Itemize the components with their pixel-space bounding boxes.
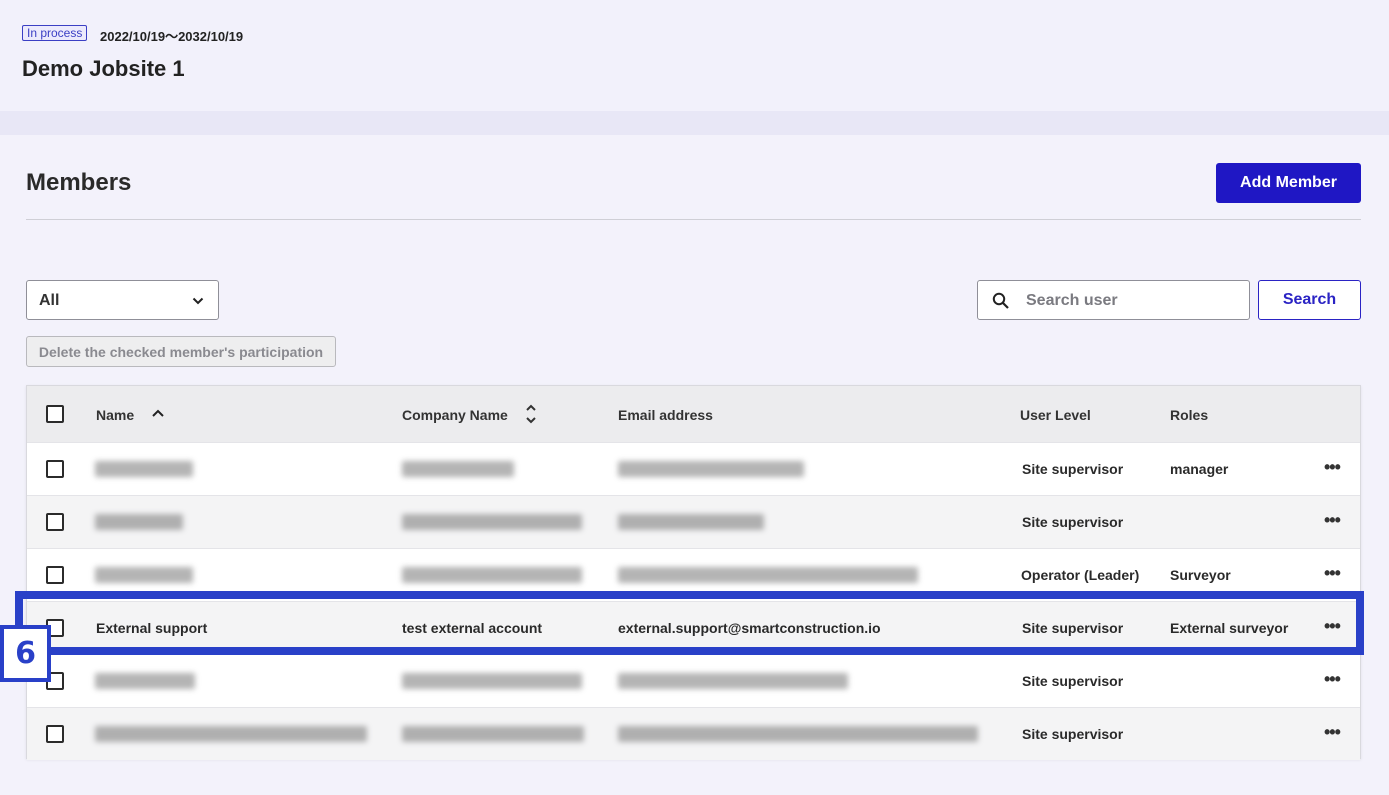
column-header-company[interactable]: Company Name <box>402 407 508 423</box>
role: manager <box>1170 461 1229 477</box>
role: Surveyor <box>1170 567 1231 583</box>
company-name-obscured <box>402 514 582 530</box>
row-checkbox[interactable] <box>46 460 64 478</box>
member-name-obscured <box>95 514 183 530</box>
member-name-obscured <box>95 726 367 742</box>
add-member-button[interactable]: Add Member <box>1216 163 1361 203</box>
jobsite-header: In process 2022/10/19～2032/10/19 Demo Jo… <box>0 0 1389 111</box>
header-divider-band <box>0 111 1389 135</box>
search-button[interactable]: Search <box>1258 280 1361 320</box>
row-checkbox[interactable] <box>46 725 64 743</box>
email-obscured <box>618 726 978 742</box>
search-icon <box>992 292 1009 309</box>
chevron-up-icon[interactable] <box>151 408 165 418</box>
column-header-email: Email address <box>618 407 713 423</box>
table-row[interactable]: Site supervisor ••• <box>27 707 1360 760</box>
more-horizontal-icon[interactable]: ••• <box>1324 722 1341 743</box>
email-obscured <box>618 461 804 477</box>
filter-select[interactable]: All <box>26 280 219 320</box>
row-checkbox[interactable] <box>46 513 64 531</box>
user-level: Site supervisor <box>1022 461 1124 477</box>
sort-icon[interactable] <box>525 403 537 425</box>
company-name-obscured <box>402 567 582 583</box>
more-horizontal-icon[interactable]: ••• <box>1324 669 1341 690</box>
email-obscured <box>618 673 848 689</box>
email-obscured <box>618 514 764 530</box>
status-badge: In process <box>22 25 88 41</box>
annotation-number: 6 <box>4 629 47 678</box>
more-horizontal-icon[interactable]: ••• <box>1324 510 1341 531</box>
company-name-obscured <box>402 673 582 689</box>
members-table: Name Company Name Email address User Lev… <box>26 385 1361 760</box>
member-name-obscured <box>95 461 193 477</box>
user-level: Site supervisor <box>1022 673 1124 689</box>
filter-selected-value: All <box>39 292 60 309</box>
column-header-user-level: User Level <box>1020 407 1091 423</box>
chevron-down-icon <box>192 297 204 305</box>
members-heading: Members <box>26 169 132 196</box>
select-all-checkbox[interactable] <box>46 405 64 423</box>
table-row[interactable]: Site supervisor ••• <box>27 654 1360 707</box>
page-title: Demo Jobsite 1 <box>22 56 185 81</box>
column-header-name[interactable]: Name <box>96 407 134 423</box>
table-header: Name Company Name Email address User Lev… <box>27 386 1360 442</box>
table-row[interactable]: Site supervisor ••• <box>27 495 1360 548</box>
more-horizontal-icon[interactable]: ••• <box>1324 563 1341 584</box>
table-row[interactable]: Site supervisor manager ••• <box>27 442 1360 495</box>
member-name-obscured <box>95 673 195 689</box>
search-field[interactable] <box>977 280 1250 320</box>
user-level: Operator (Leader) <box>1021 567 1140 583</box>
more-horizontal-icon[interactable]: ••• <box>1324 457 1341 478</box>
email-obscured <box>618 567 918 583</box>
user-level: Site supervisor <box>1022 726 1124 742</box>
row-checkbox[interactable] <box>46 566 64 584</box>
date-range: 2022/10/19～2032/10/19 <box>100 29 244 44</box>
company-name-obscured <box>402 726 584 742</box>
user-level: Site supervisor <box>1022 514 1124 530</box>
column-header-roles: Roles <box>1170 407 1209 423</box>
section-divider <box>26 219 1361 220</box>
highlight-annotation-frame <box>15 591 1364 655</box>
delete-participation-button[interactable]: Delete the checked member's participatio… <box>26 336 336 367</box>
member-name-obscured <box>95 567 193 583</box>
search-input[interactable] <box>1024 289 1243 313</box>
annotation-number-badge: 6 <box>0 625 51 682</box>
company-name-obscured <box>402 461 514 477</box>
